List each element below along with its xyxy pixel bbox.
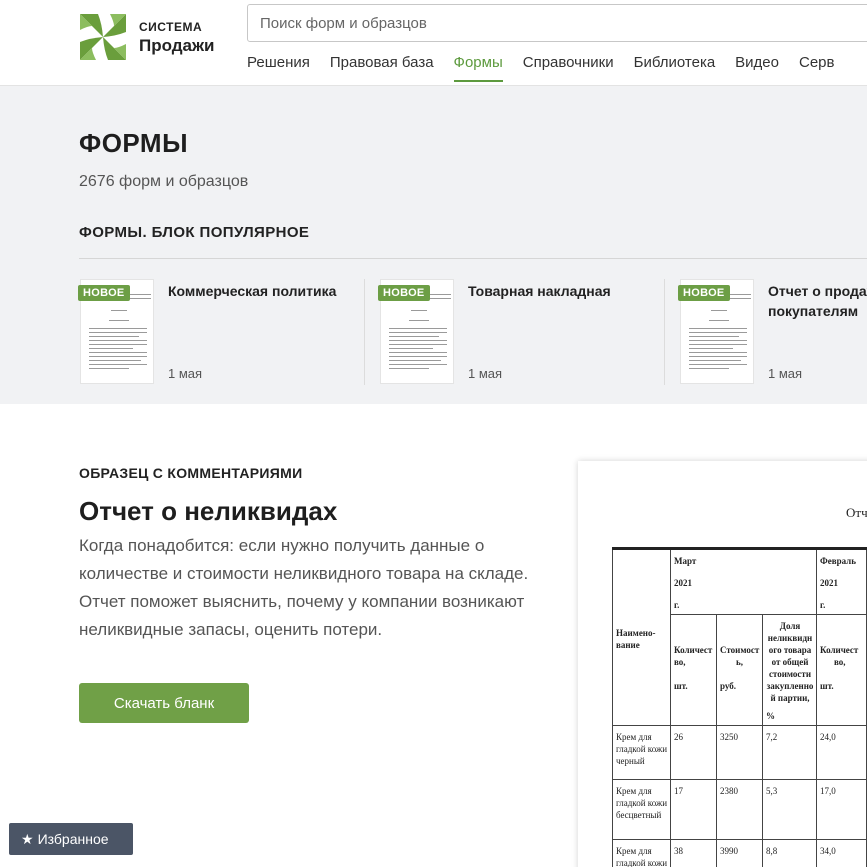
- card-title[interactable]: Отчет о продажах по покупателям: [768, 281, 867, 321]
- card-date: 1 мая: [768, 366, 803, 381]
- popular-card[interactable]: НОВОЕ Коммерческая политика 1 мая: [78, 279, 358, 385]
- forms-count: 2676 форм и образцов: [79, 173, 249, 190]
- column-header: Стоимост ь, руб.: [716, 614, 763, 726]
- nav-item-services[interactable]: Серв: [799, 54, 835, 80]
- page-title: ФОРМЫ: [79, 128, 189, 158]
- main-nav: Решения Правовая база Формы Справочники Библ…: [247, 54, 855, 82]
- favorites-button[interactable]: ★ Избранное: [9, 823, 133, 855]
- new-badge: НОВОЕ: [678, 285, 730, 301]
- preview-heading: Отч: [846, 505, 867, 520]
- nav-item-forms[interactable]: Формы: [453, 54, 503, 82]
- sample-section-label: ОБРАЗЕЦ С КОММЕНТАРИЯМИ: [79, 465, 303, 481]
- document-preview[interactable]: Отч Наимено-вание Март 2021 г. Февраль 2021…: [578, 461, 867, 867]
- card-date: 1 мая: [168, 366, 203, 381]
- card-title[interactable]: Товарная накладная: [468, 281, 658, 301]
- nav-item-reference[interactable]: Справочники: [523, 54, 614, 80]
- column-header: Количест во, шт.: [816, 614, 867, 726]
- popular-card[interactable]: НОВОЕ Товарная накладная 1 мая: [378, 279, 658, 385]
- download-form-button[interactable]: Скачать бланк: [79, 683, 249, 723]
- card-separator: [364, 279, 365, 385]
- nav-item-video[interactable]: Видео: [735, 54, 779, 80]
- brand-system-label: СИСТЕМА: [139, 20, 203, 34]
- logo-icon[interactable]: [78, 12, 128, 62]
- divider: [79, 258, 867, 259]
- star-icon: ★: [21, 830, 34, 847]
- table-row: Крем для гладкой кожи бесцветный 17 2380 5,…: [612, 779, 867, 840]
- new-badge: НОВОЕ: [78, 285, 130, 301]
- table-row: Крем для гладкой кожи черный 26 3250 7,2 24,…: [612, 725, 867, 780]
- period-header: Февраль 2021 г.: [816, 547, 867, 615]
- card-separator: [664, 279, 665, 385]
- preview-table: Наимено-вание Март 2021 г. Февраль 2021 г. К…: [612, 547, 867, 867]
- search-input[interactable]: [247, 4, 867, 42]
- new-badge: НОВОЕ: [378, 285, 430, 301]
- nav-item-solutions[interactable]: Решения: [247, 54, 310, 80]
- period-header: Март 2021 г.: [670, 547, 817, 615]
- brand-name[interactable]: Продажи: [139, 36, 215, 56]
- site-header: СИСТЕМА Продажи Решения Правовая база Форм…: [0, 0, 867, 86]
- popular-section-label: ФОРМЫ. БЛОК ПОПУЛЯРНОЕ: [79, 224, 310, 241]
- table-row: Крем для гладкой кожи 38 3990 8,8 34,0: [612, 839, 867, 867]
- popular-card[interactable]: НОВОЕ Отчет о продажах по покупателям 1 …: [678, 279, 867, 385]
- card-date: 1 мая: [468, 366, 503, 381]
- favorites-label: Избранное: [37, 830, 109, 847]
- column-header: Доля неликвидн ого товара от общей стоим…: [762, 614, 817, 726]
- column-header: Количест во, шт.: [670, 614, 717, 726]
- nav-item-legal-base[interactable]: Правовая база: [330, 54, 434, 80]
- document-description: Когда понадобится: если нужно получить д…: [79, 536, 529, 639]
- card-title[interactable]: Коммерческая политика: [168, 281, 358, 301]
- document-title: Отчет о неликвидах: [79, 496, 338, 526]
- column-header: Наимено-вание: [612, 547, 671, 726]
- nav-item-library[interactable]: Библиотека: [634, 54, 716, 80]
